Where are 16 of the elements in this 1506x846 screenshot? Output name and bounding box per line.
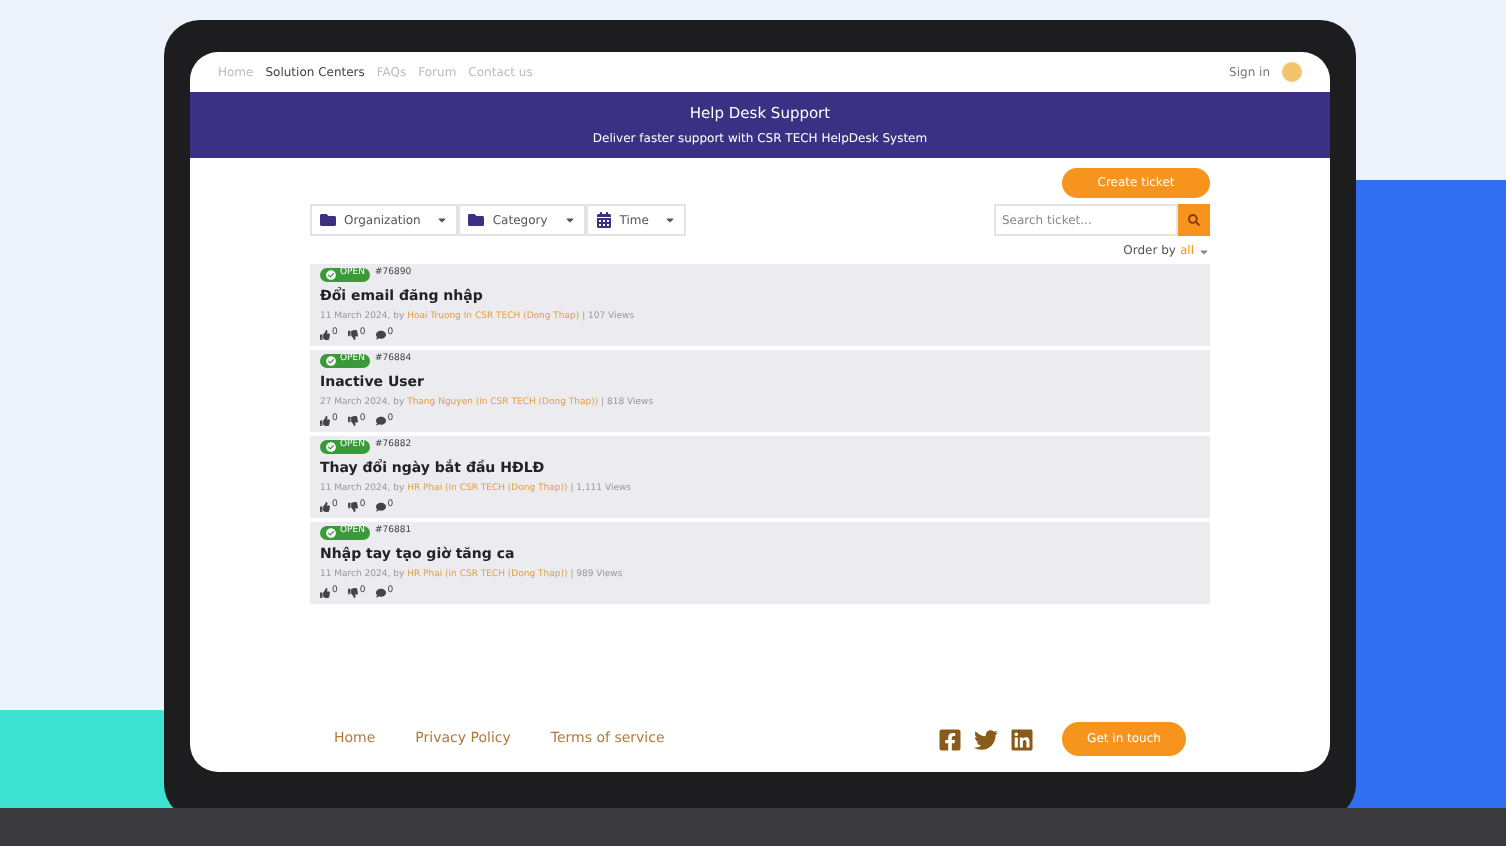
twitter-icon[interactable] <box>974 727 998 751</box>
facebook-icon[interactable] <box>938 727 962 751</box>
calendar-icon <box>595 212 612 228</box>
search-icon <box>1188 214 1200 226</box>
caret-icon <box>664 214 677 226</box>
caret-icon <box>563 214 576 226</box>
check-icon <box>326 356 336 366</box>
check-icon <box>326 528 336 538</box>
caret-icon <box>1198 245 1210 257</box>
check-icon <box>326 442 336 452</box>
folder-icon <box>320 212 336 228</box>
folder-icon <box>468 212 485 228</box>
search-button[interactable] <box>1178 204 1210 236</box>
caret-icon <box>436 214 449 226</box>
check-icon <box>326 270 336 280</box>
linkedin-icon[interactable] <box>1010 727 1034 751</box>
